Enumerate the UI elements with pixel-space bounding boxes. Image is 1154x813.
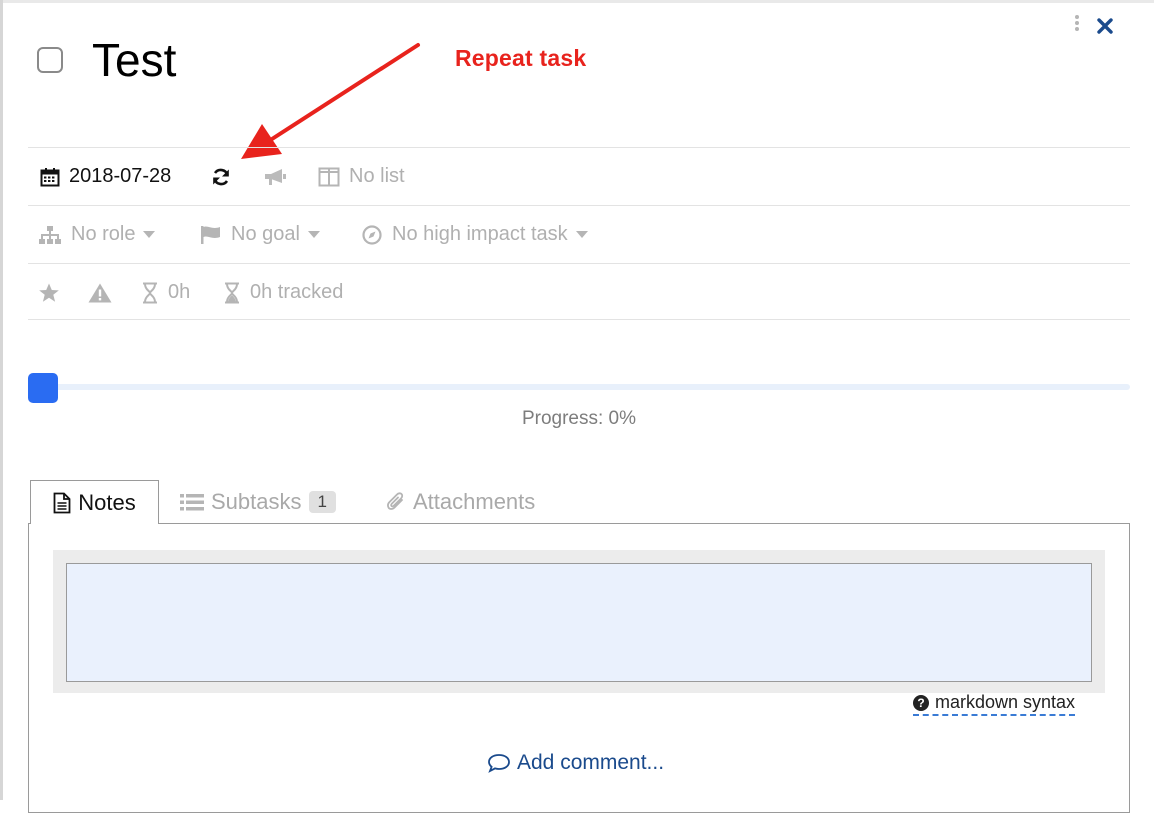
tab-label: Attachments [413,489,536,514]
warning-icon [88,283,112,302]
task-complete-checkbox[interactable] [37,47,63,73]
bullhorn-icon [265,168,286,185]
estimate-field[interactable]: 0h [141,264,190,321]
high-impact-label: No high impact task [392,223,568,245]
time-tracked-field[interactable]: 0h tracked [223,264,343,321]
progress-track[interactable] [28,384,1130,390]
announce-button[interactable] [263,148,287,205]
high-impact-task-dropdown[interactable]: No high impact task [361,206,588,263]
annotation-label: Repeat task [455,45,587,71]
caret-down-icon [307,230,320,238]
paperclip-icon [387,492,404,510]
progress-slider-handle[interactable] [28,373,58,403]
role-dropdown[interactable]: No role [38,206,156,263]
star-button[interactable] [38,264,60,321]
list-selector[interactable]: No list [318,148,405,205]
more-options-icon[interactable] [1072,15,1082,35]
details-row-time: 0h 0h tracked [28,263,1130,320]
markdown-syntax-label: markdown syntax [935,692,1076,712]
caret-down-icon [575,230,588,238]
goal-label: No goal [231,223,300,245]
tab-notes[interactable]: Notes [30,480,159,524]
hourglass-icon [225,282,239,303]
columns-icon [318,167,340,186]
window-top-border [0,0,1154,3]
repeat-task-button[interactable] [211,148,231,205]
tab-label: Notes [78,489,136,515]
tab-subtasks[interactable]: Subtasks 1 [180,480,336,524]
flag-icon [201,225,220,244]
due-date-picker[interactable]: 2018-07-28 [40,148,171,205]
markdown-syntax-link[interactable]: ? markdown syntax [913,692,1076,716]
document-icon [53,492,71,513]
comment-icon [488,754,510,773]
list-icon [180,494,204,511]
list-label: No list [349,165,405,187]
goal-dropdown[interactable]: No goal [200,206,320,263]
question-circle-icon: ? [913,694,929,711]
progress-label: Progress: 0% [521,408,637,429]
window-left-border [0,0,3,800]
calendar-icon [40,167,60,186]
details-row-meta: No role No goal No high impact task [28,205,1130,262]
task-title[interactable]: Test [92,32,176,88]
role-label: No role [71,223,136,245]
urgent-button[interactable] [88,264,112,321]
sitemap-icon [39,225,61,244]
add-comment-label: Add comment... [517,751,665,774]
close-button[interactable] [1096,18,1114,36]
tab-label: Subtasks [211,489,302,514]
close-icon [1097,18,1113,34]
tracked-value: 0h tracked [250,281,344,303]
due-date-value: 2018-07-28 [69,165,172,187]
notes-textarea[interactable] [66,563,1092,682]
tab-attachments[interactable]: Attachments [386,480,535,524]
add-comment-link[interactable]: Add comment... [487,751,664,775]
estimate-value: 0h [168,281,191,303]
caret-down-icon [143,230,156,238]
hourglass-empty-icon [143,282,157,303]
star-icon [39,283,59,302]
repeat-icon [213,168,229,185]
subtasks-count-badge: 1 [308,491,336,513]
details-row-date: 2018-07-28 No list [28,147,1130,204]
compass-icon [362,224,382,245]
